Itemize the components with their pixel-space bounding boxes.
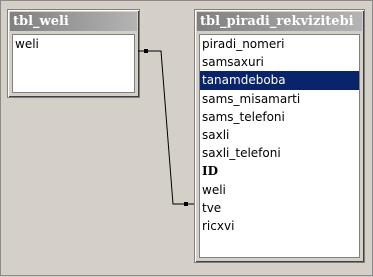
join-end-marker-left — [144, 49, 148, 53]
join-end-marker-right — [184, 202, 188, 206]
relationships-canvas: tbl_weli weli tbl_piradi_rekvizitebi pir… — [0, 0, 373, 276]
relationship-line[interactable] — [1, 1, 373, 277]
join-line[interactable] — [138, 50, 194, 205]
